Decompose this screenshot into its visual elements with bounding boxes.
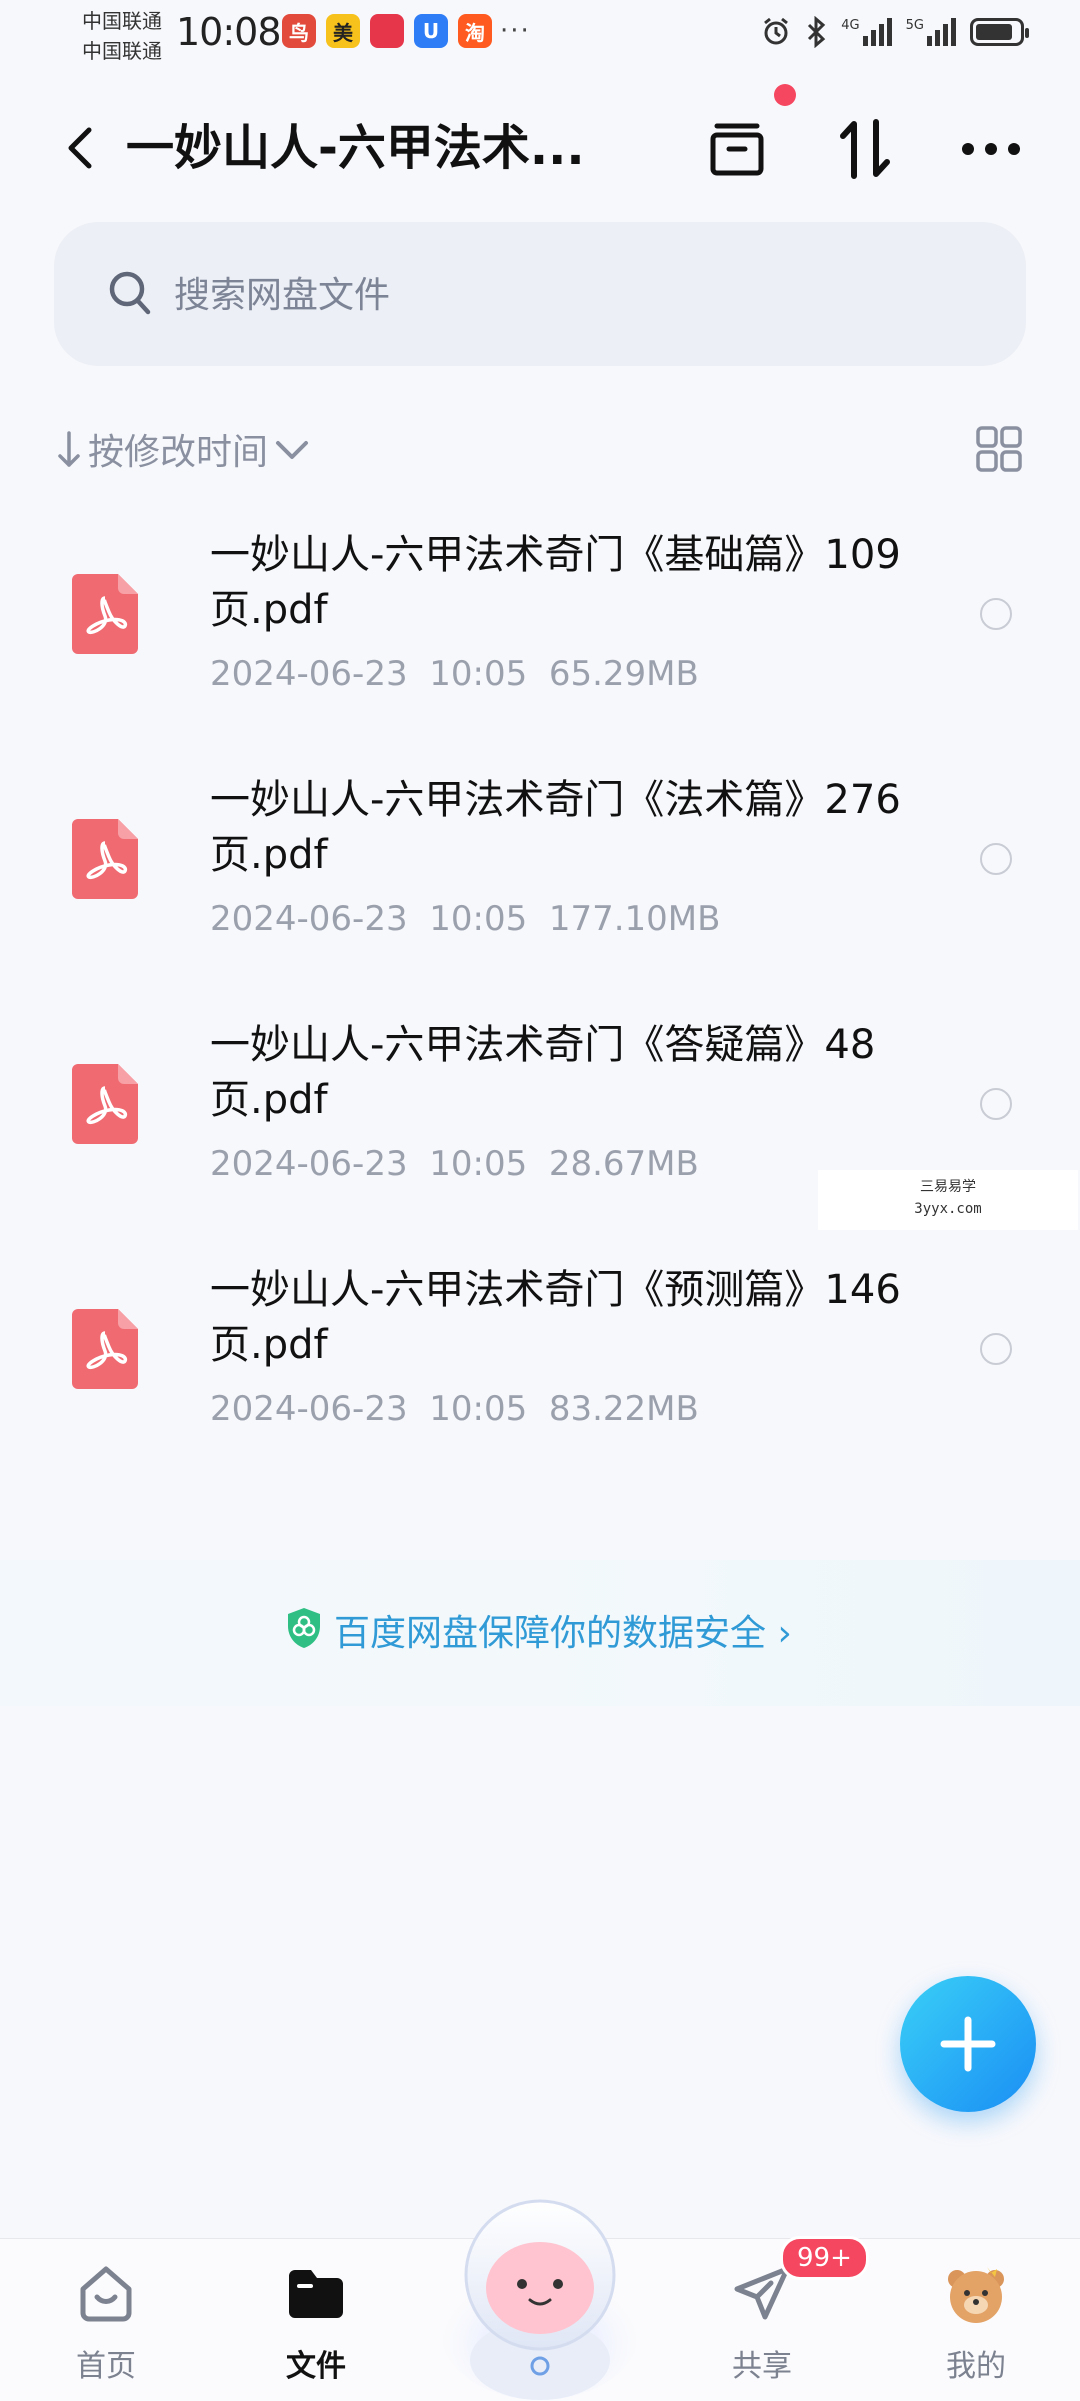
search-bar[interactable]: [54, 222, 1026, 366]
file-time: 10:05: [429, 1389, 528, 1429]
file-size: 177.10MB: [548, 899, 721, 939]
carrier-2: 中国联通: [82, 39, 162, 63]
nav-item-files[interactable]: 文件: [246, 2259, 386, 2385]
meituan-icon: 美: [326, 14, 360, 48]
battery-icon: [970, 18, 1029, 46]
page-title: 一妙山人-六甲法术...: [126, 120, 585, 176]
file-date: 2024-06-23: [210, 1144, 408, 1184]
sort-transfer-button[interactable]: [830, 114, 900, 184]
file-item[interactable]: 一妙山人-六甲法术奇门《预测篇》146页.pdf 2024-06-23 10:0…: [0, 1245, 1080, 1490]
home-icon: [80, 2266, 132, 2322]
file-name: 一妙山人-六甲法术奇门《答疑篇》48页.pdf: [210, 1022, 876, 1123]
status-time: 10:08: [176, 10, 282, 54]
file-name: 一妙山人-六甲法术奇门《基础篇》109页.pdf: [210, 532, 901, 633]
file-date: 2024-06-23: [210, 1389, 408, 1429]
status-bar: 中国联通 中国联通 10:08 鸟 美 U 淘 ··· 4G 5G: [0, 0, 1080, 72]
search-input[interactable]: [172, 266, 956, 324]
pdf-file-icon: [72, 1064, 138, 1144]
more-button[interactable]: [956, 114, 1026, 184]
nav-item-home[interactable]: 首页: [36, 2259, 176, 2385]
back-button[interactable]: [50, 118, 110, 178]
pdf-file-icon: [72, 1309, 138, 1389]
arrow-down-icon: [58, 431, 80, 467]
nav-item-mine[interactable]: 我的: [906, 2259, 1046, 2385]
file-meta: 2024-06-23 10:05 65.29MB: [210, 654, 699, 694]
select-radio[interactable]: [980, 598, 1012, 630]
file-list: 一妙山人-六甲法术奇门《基础篇》109页.pdf 2024-06-23 10:0…: [0, 510, 1080, 1490]
status-right: 4G 5G: [761, 16, 1029, 48]
shield-icon: [288, 1608, 320, 1648]
archive-icon: [710, 123, 764, 176]
app-icon-1: 鸟: [282, 14, 316, 48]
sort-selector[interactable]: 按修改时间: [56, 420, 310, 478]
app-icon-blue: U: [414, 14, 448, 48]
carrier-1: 中国联通: [82, 9, 162, 33]
file-time: 10:05: [429, 899, 528, 939]
network-label-2: 5G: [905, 18, 924, 33]
nav-label-share: 共享: [732, 2349, 792, 2384]
file-size: 65.29MB: [548, 654, 699, 694]
file-size: 28.67MB: [548, 1144, 699, 1184]
pdf-file-icon: [72, 574, 138, 654]
folder-icon: [289, 2270, 343, 2318]
carrier-info: 中国联通 中国联通: [82, 6, 162, 66]
select-radio[interactable]: [980, 1088, 1012, 1120]
select-radio[interactable]: [980, 843, 1012, 875]
signal-4g: 4G: [841, 18, 892, 46]
file-time: 10:05: [429, 654, 528, 694]
network-label-1: 4G: [841, 18, 860, 33]
file-item[interactable]: 一妙山人-六甲法术奇门《法术篇》276页.pdf 2024-06-23 10:0…: [0, 755, 1080, 1000]
watermark-line-2: 3yyx.com: [914, 1201, 982, 1217]
share-badge: 99+: [780, 2236, 869, 2280]
file-meta: 2024-06-23 10:05 177.10MB: [210, 899, 720, 939]
grid-view-icon[interactable]: [974, 424, 1024, 474]
bluetooth-icon: [808, 16, 826, 48]
notification-dot: [774, 84, 796, 106]
sort-label: 按修改时间: [88, 432, 269, 473]
file-name: 一妙山人-六甲法术奇门《法术篇》276页.pdf: [210, 777, 901, 878]
plus-icon: [940, 2016, 996, 2072]
watermark: 三易易学 3yyx.com: [818, 1170, 1078, 1230]
taobao-icon: 淘: [458, 14, 492, 48]
battery-fill: [976, 24, 1012, 40]
file-time: 10:05: [429, 1144, 528, 1184]
nav-label-home: 首页: [76, 2349, 136, 2384]
select-radio[interactable]: [980, 1333, 1012, 1365]
bear-avatar-icon: [948, 2267, 1004, 2323]
status-more-icon: ···: [500, 16, 531, 46]
huawei-app-icon: [370, 14, 404, 48]
status-app-icons: 鸟 美 U 淘: [282, 14, 492, 48]
search-icon: [109, 271, 151, 315]
archive-button[interactable]: [702, 114, 772, 184]
add-button[interactable]: [900, 1976, 1036, 2112]
mascot-assistant-icon[interactable]: [430, 2180, 650, 2400]
file-date: 2024-06-23: [210, 899, 408, 939]
file-meta: 2024-06-23 10:05 28.67MB: [210, 1144, 699, 1184]
file-date: 2024-06-23: [210, 654, 408, 694]
header: 一妙山人-六甲法术...: [0, 100, 1080, 196]
watermark-line-1: 三易易学: [920, 1179, 976, 1195]
sort-transfer-icon: [840, 119, 890, 179]
security-text: 百度网盘保障你的数据安全 ›: [334, 1613, 792, 1654]
file-name: 一妙山人-六甲法术奇门《预测篇》146页.pdf: [210, 1267, 901, 1368]
back-icon: [68, 127, 92, 169]
security-banner[interactable]: 百度网盘保障你的数据安全 ›: [0, 1560, 1080, 1706]
nav-label-files: 文件: [286, 2349, 346, 2384]
pdf-file-icon: [72, 819, 138, 899]
alarm-icon: [764, 17, 789, 45]
signal-5g: 5G: [906, 18, 956, 46]
chevron-down-icon: [276, 441, 309, 459]
more-icon: [962, 143, 1020, 155]
file-item[interactable]: 一妙山人-六甲法术奇门《基础篇》109页.pdf 2024-06-23 10:0…: [0, 510, 1080, 755]
file-size: 83.22MB: [548, 1389, 699, 1429]
file-meta: 2024-06-23 10:05 83.22MB: [210, 1389, 699, 1429]
nav-label-mine: 我的: [946, 2349, 1006, 2384]
